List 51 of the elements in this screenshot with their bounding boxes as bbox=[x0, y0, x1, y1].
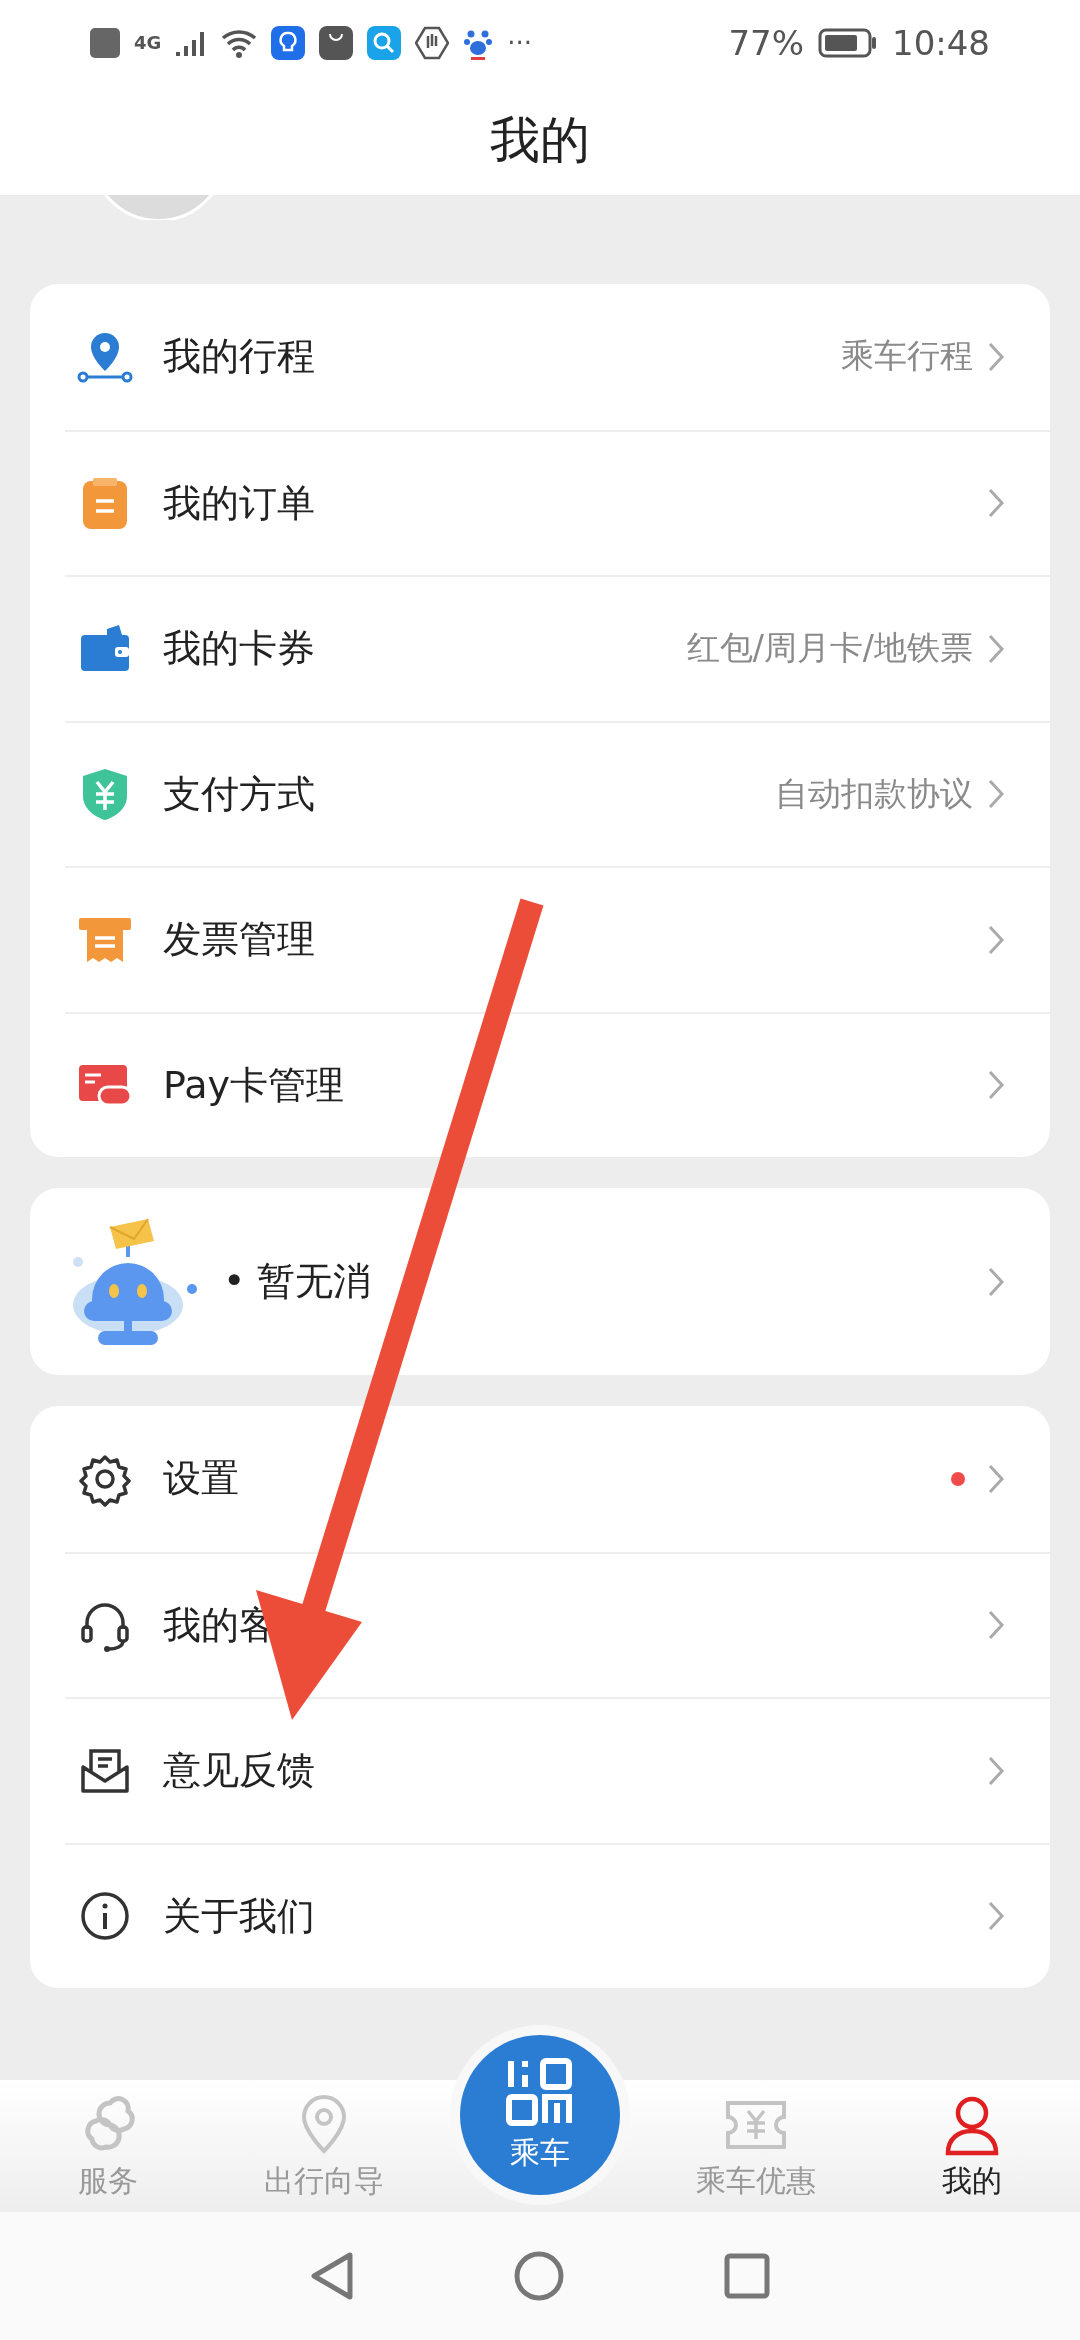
message-text: • 暂无消 bbox=[223, 1258, 373, 1305]
battery-percent: 77% bbox=[728, 22, 804, 63]
lightbulb-app-icon bbox=[271, 25, 306, 60]
chevron-icon bbox=[987, 1265, 1005, 1298]
chevron-icon bbox=[987, 487, 1005, 520]
message-row[interactable]: • 暂无消 bbox=[65, 1188, 1050, 1375]
search-app-icon bbox=[367, 25, 402, 60]
menu-row[interactable]: 设置 bbox=[65, 1406, 1050, 1552]
menu-row[interactable]: 我的订单 bbox=[65, 429, 1050, 575]
menu-label: 我的行程 bbox=[163, 333, 316, 381]
menu-label: 支付方式 bbox=[163, 770, 316, 818]
wifi-icon bbox=[221, 27, 258, 58]
chevron-icon bbox=[987, 1462, 1005, 1495]
qr-code-icon bbox=[505, 2056, 575, 2127]
chevron-icon bbox=[987, 1069, 1005, 1102]
hd-icon bbox=[90, 27, 120, 58]
hand-icon bbox=[415, 25, 450, 60]
menu-label: 我的卡券 bbox=[163, 625, 316, 673]
menu-label: 意见反馈 bbox=[163, 1747, 316, 1795]
chevron-icon bbox=[987, 1900, 1005, 1933]
menu-row[interactable]: Pay卡管理 bbox=[65, 1011, 1050, 1157]
menu-label: 设置 bbox=[163, 1455, 240, 1503]
menu-row[interactable]: 我的行程 乘车行程 bbox=[65, 284, 1050, 430]
menu-detail: 自动扣款协议 bbox=[775, 772, 973, 815]
menu-label: Pay卡管理 bbox=[163, 1061, 345, 1109]
home-icon[interactable] bbox=[514, 2251, 564, 2301]
clock: 10:48 bbox=[892, 22, 990, 63]
menu-row[interactable]: 发票管理 bbox=[65, 866, 1050, 1012]
recents-icon[interactable] bbox=[724, 2253, 770, 2299]
menu-row[interactable]: 我的卡券 红包/周月卡/地铁票 bbox=[65, 575, 1050, 721]
menu-detail: 乘车行程 bbox=[841, 335, 973, 378]
back-icon[interactable] bbox=[310, 2251, 354, 2301]
chevron-icon bbox=[987, 1754, 1005, 1787]
chevron-icon bbox=[987, 778, 1005, 811]
chevron-icon bbox=[987, 923, 1005, 956]
menu-row[interactable]: 关于我们 bbox=[65, 1842, 1050, 1988]
menu-detail: 红包/周月卡/地铁票 bbox=[686, 627, 973, 670]
battery-icon bbox=[818, 27, 878, 58]
menu-row[interactable]: 意见反馈 bbox=[65, 1697, 1050, 1843]
chevron-icon bbox=[987, 1609, 1005, 1642]
chevron-icon bbox=[987, 340, 1005, 373]
menu-label: 我的订单 bbox=[163, 479, 316, 527]
menu-label: 关于我们 bbox=[163, 1892, 316, 1940]
chevron-icon bbox=[987, 632, 1005, 665]
menu-row[interactable]: 支付方式 自动扣款协议 bbox=[65, 720, 1050, 866]
page-title: 我的 bbox=[490, 109, 590, 171]
store-app-icon bbox=[319, 25, 354, 60]
network-type: 4G bbox=[134, 32, 162, 53]
more-notifications: ··· bbox=[507, 27, 533, 58]
menu-label: 发票管理 bbox=[163, 916, 316, 964]
nav-tab[interactable]: 我的 bbox=[864, 2080, 1080, 2212]
